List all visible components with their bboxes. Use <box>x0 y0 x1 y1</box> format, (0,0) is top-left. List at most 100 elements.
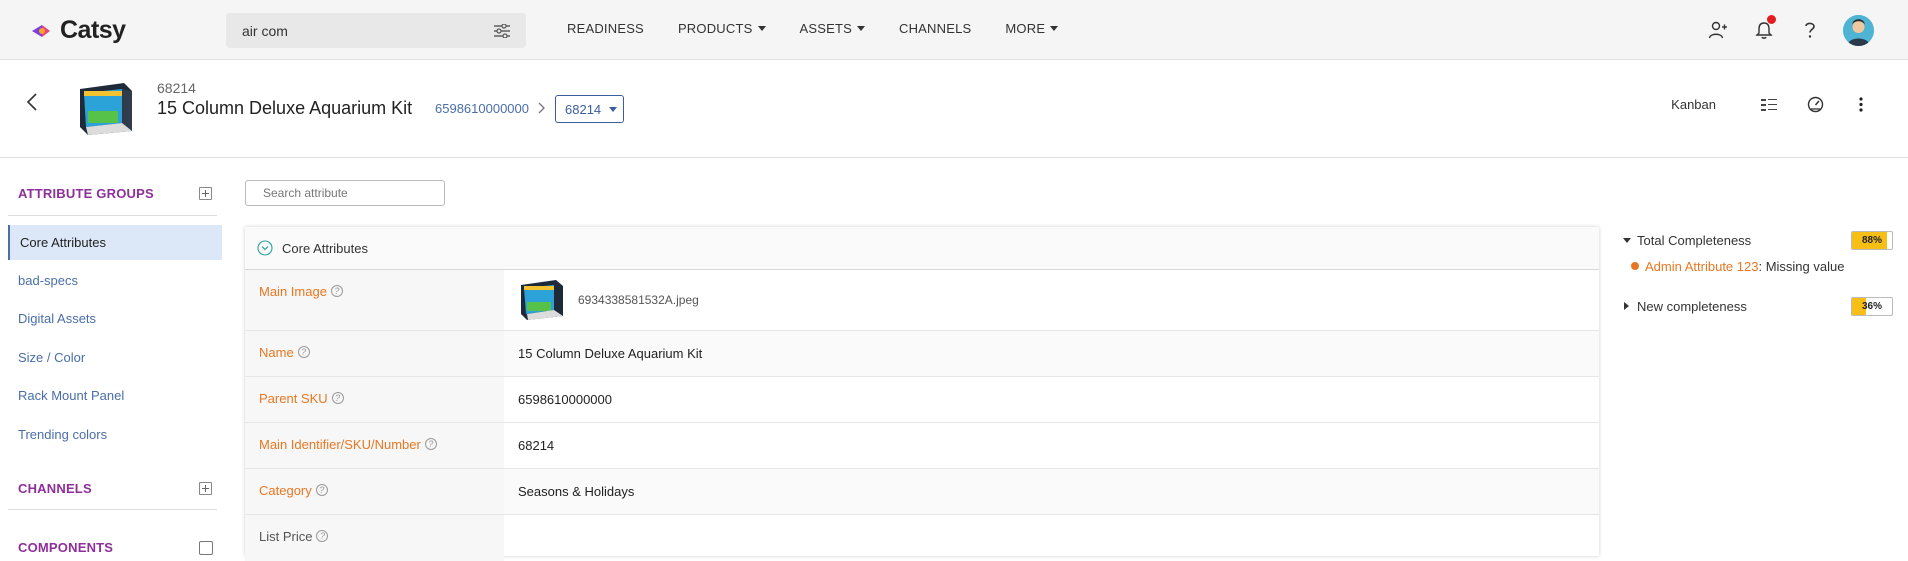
back-arrow-icon[interactable] <box>26 92 38 112</box>
completeness-value: 88% <box>1861 234 1882 246</box>
dashboard-button[interactable] <box>1792 96 1838 113</box>
add-user-button[interactable] <box>1695 8 1741 52</box>
add-attribute-group-icon[interactable] <box>199 187 212 200</box>
list-view-button[interactable] <box>1746 98 1792 112</box>
expand-down-icon <box>1623 237 1631 243</box>
header-actions: Kanban <box>1671 96 1884 113</box>
attribute-value[interactable]: 68214 <box>504 423 1599 468</box>
image-filename: 6934338581532A.jpeg <box>578 293 699 307</box>
attribute-row: Parent SKU? 6598610000000 <box>245 377 1599 423</box>
panel-header[interactable]: Core Attributes <box>245 227 1599 270</box>
caret-down-icon <box>857 26 865 31</box>
nav-assets[interactable]: ASSETS <box>799 21 865 36</box>
new-completeness-badge: 36% <box>1851 296 1893 316</box>
total-completeness-badge: 88% <box>1851 230 1893 250</box>
logo-text: Catsy <box>60 16 126 44</box>
components-heading: COMPONENTS <box>18 540 114 555</box>
global-search[interactable]: air com <box>226 13 526 48</box>
collapse-chevron-icon[interactable] <box>257 240 273 256</box>
attribute-value[interactable]: Seasons & Holidays <box>504 469 1599 514</box>
sidebar-item-core-attributes[interactable]: Core Attributes <box>8 225 222 260</box>
list-view-icon <box>1761 98 1777 111</box>
kanban-button[interactable]: Kanban <box>1671 97 1716 112</box>
missing-attribute-link[interactable]: Admin Attribute 123 <box>1645 259 1758 274</box>
attribute-value[interactable] <box>504 515 1599 561</box>
expand-right-icon <box>1624 302 1629 310</box>
channels-heading: CHANNELS <box>18 481 92 496</box>
divider <box>8 215 217 216</box>
completeness-panel: Total Completeness 88% Admin Attribute 1… <box>1617 229 1893 317</box>
core-attributes-panel: Core Attributes Main Image? 693433858153… <box>245 227 1599 561</box>
new-completeness-row[interactable]: New completeness 36% <box>1617 295 1893 317</box>
attribute-label: Category? <box>245 469 504 514</box>
help-icon[interactable]: ? <box>330 285 343 297</box>
label-text: Main Identifier/SKU/Number <box>259 437 421 452</box>
attribute-label: Main Image? <box>245 270 504 330</box>
attribute-value[interactable]: 6598610000000 <box>504 377 1599 422</box>
product-name: 15 Column Deluxe Aquarium Kit <box>157 98 413 118</box>
attribute-row: List Price? <box>245 515 1599 561</box>
sidebar-item-rack-mount-panel[interactable]: Rack Mount Panel <box>8 378 222 413</box>
sidebar-item-trending-colors[interactable]: Trending colors <box>8 417 222 452</box>
user-avatar-icon <box>1843 14 1874 46</box>
label-text: Main Image <box>259 284 327 299</box>
label-text: Name <box>259 345 294 360</box>
filter-sliders-icon[interactable] <box>494 23 510 38</box>
nav-label: MORE <box>1005 21 1046 36</box>
product-header: 68214 15 Column Deluxe Aquarium Kit 6598… <box>0 60 1908 158</box>
new-completeness-label: New completeness <box>1637 298 1747 314</box>
sidebar-item-digital-assets[interactable]: Digital Assets <box>8 301 222 336</box>
total-completeness-row[interactable]: Total Completeness 88% <box>1617 229 1893 251</box>
sidebar-item-size-color[interactable]: Size / Color <box>8 340 222 375</box>
attribute-label: List Price? <box>245 515 504 561</box>
status-dot <box>1631 262 1639 270</box>
attribute-row: Category? Seasons & Holidays <box>245 469 1599 515</box>
add-user-icon <box>1708 21 1727 39</box>
help-icon[interactable]: ? <box>315 484 328 496</box>
main-image-thumbnail[interactable] <box>518 279 566 321</box>
help-icon[interactable]: ? <box>424 438 437 450</box>
divider <box>8 509 217 510</box>
label-text: Parent SKU <box>259 391 328 406</box>
components-checkbox[interactable] <box>199 541 213 555</box>
nav-products[interactable]: PRODUCTS <box>678 21 766 36</box>
nav-more[interactable]: MORE <box>1005 21 1059 36</box>
variant-dropdown[interactable]: 68214 <box>555 95 624 123</box>
add-channel-icon[interactable] <box>199 482 212 495</box>
completeness-value: 36% <box>1861 300 1882 312</box>
help-icon[interactable]: ? <box>331 392 344 404</box>
attribute-row: Main Image? 6934338581532A.jpeg <box>245 270 1599 331</box>
help-icon[interactable]: ? <box>297 346 310 358</box>
caret-down-icon <box>1050 26 1059 31</box>
attribute-row: Main Identifier/SKU/Number? 68214 <box>245 423 1599 469</box>
search-input[interactable]: air com <box>242 23 494 39</box>
avatar[interactable] <box>1843 14 1874 46</box>
attribute-value[interactable]: 15 Column Deluxe Aquarium Kit <box>504 331 1599 376</box>
notifications-button[interactable] <box>1741 8 1787 52</box>
nav-label: ASSETS <box>799 21 852 36</box>
attribute-search-input[interactable]: Search attribute <box>245 180 445 206</box>
catsy-logo[interactable]: Catsy <box>30 16 126 45</box>
help-icon[interactable]: ? <box>316 530 329 542</box>
label-text: List Price <box>259 529 313 544</box>
attribute-row: Name? 15 Column Deluxe Aquarium Kit <box>245 331 1599 377</box>
attribute-label: Parent SKU? <box>245 377 504 422</box>
nav-channels[interactable]: CHANNELS <box>899 21 971 36</box>
gauge-icon <box>1807 96 1823 113</box>
nav-readiness[interactable]: READINESS <box>567 21 644 36</box>
missing-attribute-item[interactable]: Admin Attribute 123 : Missing value <box>1617 255 1893 277</box>
more-options-button[interactable] <box>1838 97 1884 112</box>
nav-label: CHANNELS <box>899 21 972 36</box>
top-icon-group <box>1695 8 1874 52</box>
sidebar-item-bad-specs[interactable]: bad-specs <box>8 263 222 298</box>
help-button[interactable] <box>1787 8 1833 52</box>
nav-label: PRODUCTS <box>677 21 753 36</box>
caret-down-icon <box>609 106 618 112</box>
attribute-value[interactable]: 6934338581532A.jpeg <box>504 270 1599 330</box>
product-id: 68214 <box>157 80 196 96</box>
top-navbar: Catsy air com READINESS PRODUCTS ASSETS … <box>0 0 1908 60</box>
parent-sku-link[interactable]: 6598610000000 <box>435 101 529 116</box>
attribute-label: Main Identifier/SKU/Number? <box>245 423 504 468</box>
total-completeness-label: Total Completeness <box>1637 232 1752 248</box>
help-icon <box>1805 22 1815 38</box>
